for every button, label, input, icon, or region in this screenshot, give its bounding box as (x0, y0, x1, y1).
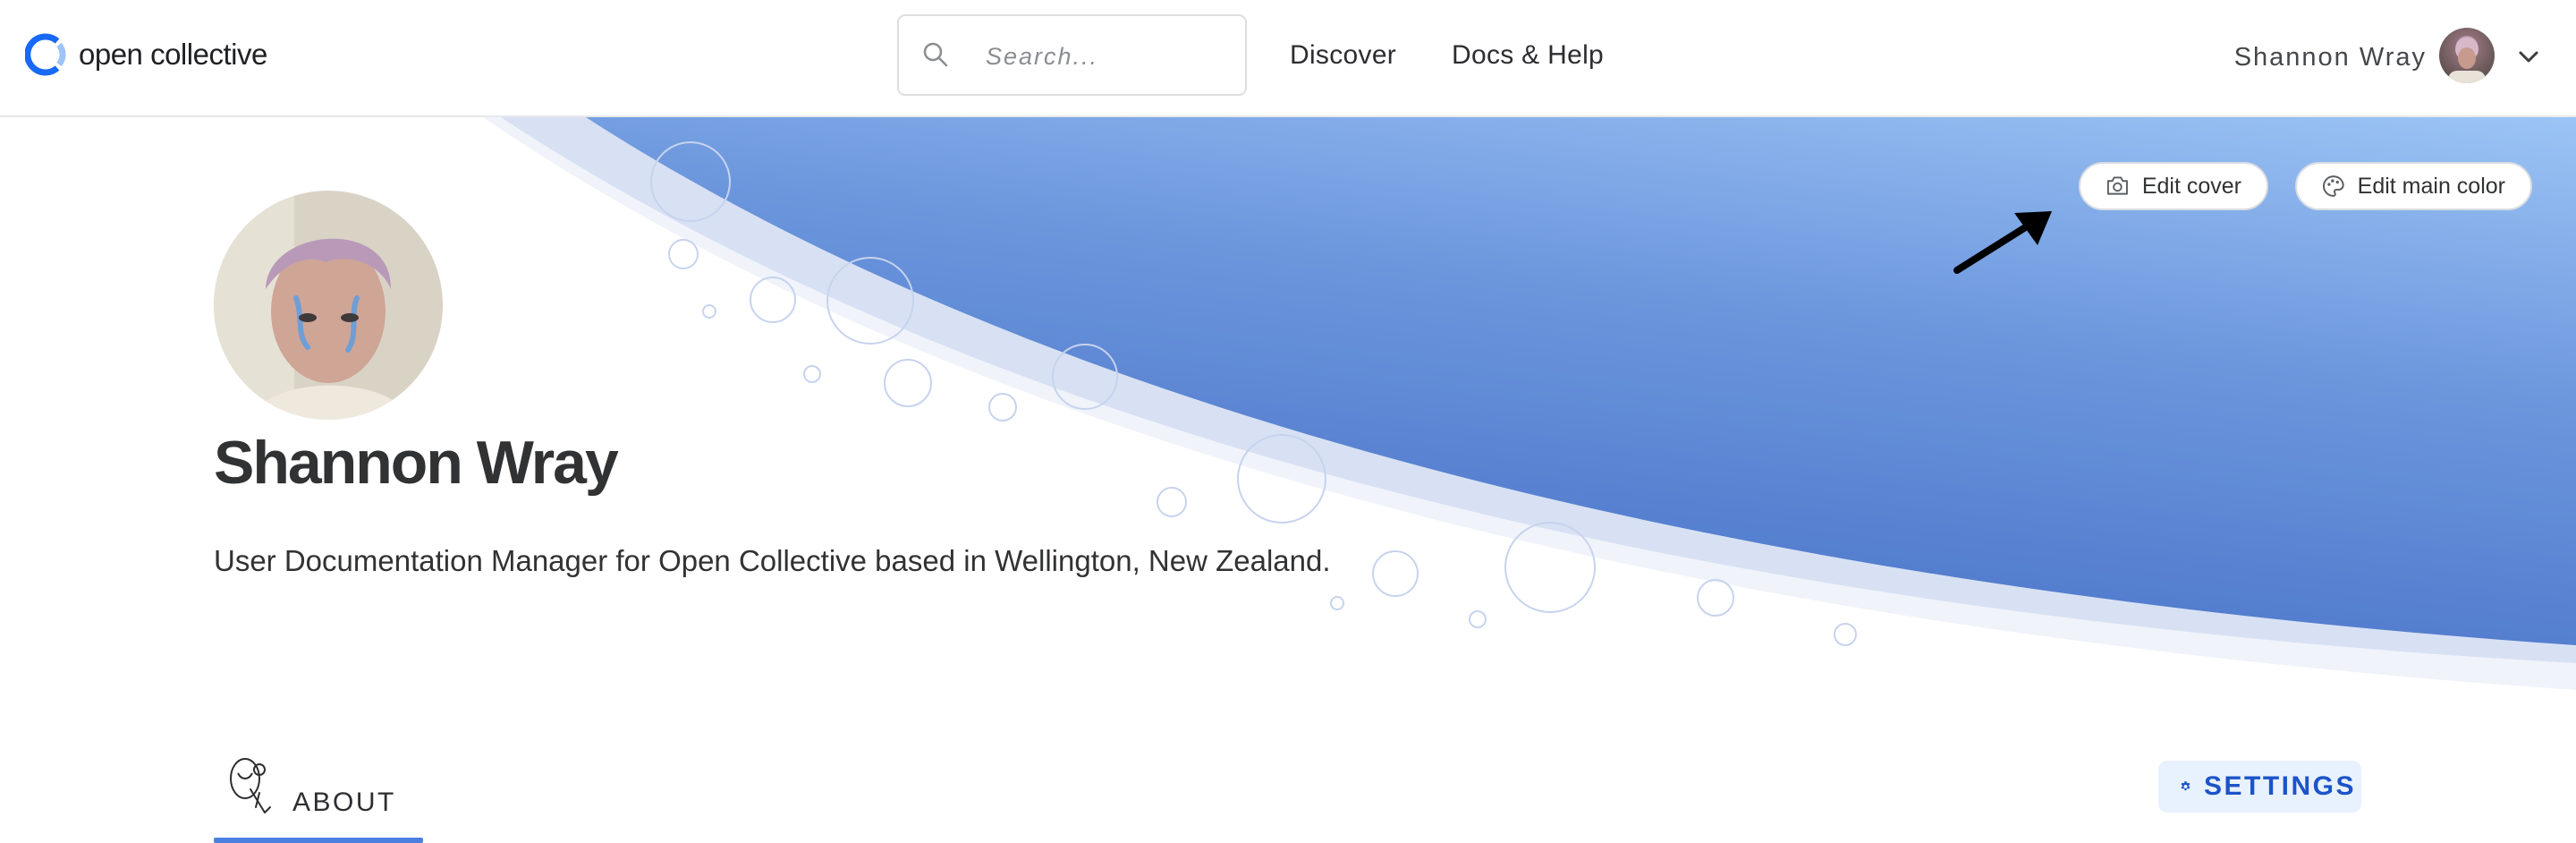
user-menu[interactable]: Shannon Wray (2218, 27, 2576, 89)
chevron-down-icon[interactable] (2517, 45, 2540, 68)
camera-icon (2106, 176, 2128, 195)
search-icon (923, 42, 948, 67)
about-illustration-icon (230, 758, 271, 813)
search-input[interactable] (984, 34, 1229, 79)
profile-avatar-image (214, 191, 443, 420)
palette-icon (2323, 175, 2344, 197)
nav-docs-help-link[interactable]: Docs & Help (1452, 40, 1604, 71)
top-navigation: open collective Discover Docs & Help Sha… (0, 0, 2576, 117)
settings-label: SETTINGS (2203, 771, 2356, 801)
edit-main-color-label: Edit main color (2357, 173, 2505, 199)
search-box[interactable] (897, 14, 1247, 96)
gear-icon (2181, 781, 2190, 791)
profile-bio: User Documentation Manager for Open Coll… (214, 544, 1331, 577)
tab-about-label: ABOUT (292, 788, 396, 817)
edit-main-color-button[interactable]: Edit main color (2295, 162, 2532, 210)
active-tab-indicator (214, 838, 423, 843)
profile-tabs: ABOUT SETTINGS (0, 734, 2576, 843)
settings-button[interactable]: SETTINGS (2158, 761, 2361, 813)
user-name: Shannon Wray (2233, 43, 2427, 72)
logo-text: open collective (79, 38, 267, 71)
arrow-pointer-icon (1953, 211, 2052, 274)
profile-avatar[interactable] (214, 191, 443, 420)
edit-cover-button[interactable]: Edit cover (2079, 162, 2268, 210)
open-collective-logo-icon (25, 33, 66, 76)
tab-about[interactable]: ABOUT (214, 754, 423, 843)
edit-cover-label: Edit cover (2141, 173, 2241, 199)
user-avatar-image (2448, 38, 2486, 83)
open-collective-logo[interactable]: open collective (25, 32, 267, 77)
profile-name: Shannon Wray (214, 429, 619, 497)
nav-discover-link[interactable]: Discover (1290, 40, 1396, 71)
user-avatar[interactable] (2439, 28, 2495, 83)
